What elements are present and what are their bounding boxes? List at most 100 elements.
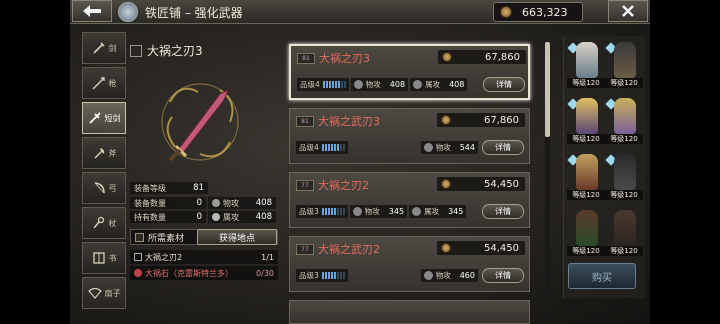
eatk-stat: 属攻 345 (409, 204, 467, 218)
tab-label: 弓 (108, 183, 117, 193)
tab-fan[interactable]: 扇子 (82, 277, 126, 309)
details-button[interactable]: 详情 (482, 203, 524, 219)
weapon-price: 54,450 (437, 177, 525, 191)
tab-dagger[interactable]: 短剑 (82, 102, 126, 134)
eatk-value: 408 (255, 212, 272, 222)
get-location-button[interactable]: 获得地点 (197, 229, 277, 245)
weapon-level-badge: 81 (296, 115, 314, 127)
character-slot[interactable]: 等级120 (605, 40, 643, 90)
tab-staff[interactable]: 杖 (82, 207, 126, 239)
equip-level-box: 装备等级 81 (130, 182, 208, 194)
patk-value: 408 (255, 198, 272, 208)
weapon-list-item[interactable]: 81 大祸之武刃3 67,860 品级4 物攻 544 详情 (289, 108, 530, 164)
weapon-name: 大祸之刃3 (319, 52, 370, 65)
weapon-list-item[interactable] (289, 300, 530, 324)
character-slot[interactable]: 等级120 (567, 208, 605, 258)
weapon-price: 67,860 (437, 113, 525, 127)
character-slot[interactable]: 等级120 (567, 40, 605, 90)
character-slot[interactable]: 等级120 (567, 152, 605, 202)
sword-icon (92, 42, 105, 54)
back-arrow-icon (83, 5, 101, 17)
weapon-price: 54,450 (437, 241, 525, 255)
price-value: 54,450 (484, 178, 519, 190)
buy-button[interactable]: 购买 (568, 263, 636, 289)
stat-value: 345 (388, 206, 405, 216)
physical-attack-icon (353, 79, 363, 89)
stat-label: 属攻 (424, 206, 440, 216)
selected-weapon-name: 大祸之刃3 (147, 44, 203, 58)
tab-label: 枪 (108, 78, 117, 88)
back-button[interactable] (72, 0, 112, 22)
coin-icon (500, 6, 512, 18)
grade-indicator: 品级4 (296, 140, 348, 154)
staff-icon (92, 216, 104, 229)
weapon-level-badge: 81 (297, 52, 315, 64)
details-button[interactable]: 详情 (482, 267, 524, 283)
equip-count-value: 0 (196, 198, 202, 208)
stat-label: 物攻 (365, 79, 381, 89)
patk-stat: 物攻 544 (420, 140, 478, 154)
stat-label: 物攻 (435, 142, 451, 152)
character-slot[interactable]: 等级120 (605, 208, 643, 258)
grade-pips (322, 80, 346, 88)
equip-count-row: 装备数量 0 物攻 408 (130, 197, 276, 209)
stat-label: 物攻 (364, 206, 380, 216)
character-slot[interactable]: 等级120 (605, 96, 643, 146)
character-level: 等级120 (605, 246, 643, 256)
tab-book[interactable]: 书 (82, 242, 126, 274)
tab-spear[interactable]: 枪 (82, 67, 126, 99)
physical-attack-icon (212, 199, 220, 207)
character-sprite (614, 98, 636, 134)
coin-icon (441, 179, 451, 189)
currency-amount: 663,323 (522, 5, 568, 19)
grade-pips (321, 271, 345, 279)
character-level: 等级120 (567, 246, 605, 256)
tab-sword[interactable]: 剑 (82, 32, 126, 64)
ore-icon (134, 269, 142, 277)
character-slot[interactable]: 等级120 (605, 152, 643, 202)
details-button[interactable]: 详情 (482, 139, 524, 155)
bow-icon (94, 182, 105, 194)
eatk-label: 属攻 (223, 212, 239, 222)
tab-bow[interactable]: 弓 (82, 172, 126, 204)
coin-icon (441, 243, 451, 253)
character-level: 等级120 (605, 78, 643, 88)
grade-label: 品级4 (300, 79, 320, 89)
character-sprite (614, 42, 636, 78)
tab-label: 剑 (108, 43, 117, 53)
close-button[interactable] (608, 0, 648, 22)
material-name: 大祸之刃2 (145, 252, 183, 262)
left-letterbox (0, 0, 70, 324)
weapon-list-item[interactable]: 77 大祸之武刃2 54,450 品级3 物攻 460 详情 (289, 236, 530, 292)
selected-weapon-header: 大祸之刃3 (130, 42, 203, 59)
dagger-icon (134, 253, 142, 261)
character-sprite (614, 210, 636, 246)
character-level: 等级120 (605, 190, 643, 200)
grade-indicator: 品级3 (296, 204, 348, 218)
tab-axe[interactable]: 斧 (82, 137, 126, 169)
weapon-price: 67,860 (438, 50, 526, 64)
details-button[interactable]: 详情 (483, 76, 525, 92)
material-name-wrap: 大祸之刃2 (134, 252, 182, 263)
weapon-name: 大祸之刃2 (318, 179, 369, 192)
character-slot[interactable]: 等级120 (567, 96, 605, 146)
own-count-value: 0 (196, 212, 202, 222)
weapon-list-item[interactable]: 81 大祸之刃3 67,860 品级4 物攻 408 属攻 408 详情 (289, 44, 530, 100)
weapon-title: 77 大祸之武刃2 (296, 241, 380, 257)
equip-level-value: 81 (193, 183, 204, 193)
fan-icon (87, 287, 102, 299)
grade-label: 品级4 (299, 142, 319, 152)
material-item[interactable]: 大祸石（克雷斯特兰多） 0/30 (130, 266, 278, 280)
tab-label: 斧 (108, 148, 117, 158)
materials-icon (135, 232, 144, 242)
weapon-level-badge: 77 (296, 179, 314, 191)
price-value: 67,860 (484, 114, 519, 126)
eatk-stat: 属攻 408 (410, 77, 468, 91)
weapon-name: 大祸之武刃2 (318, 243, 380, 256)
material-count: 0/30 (256, 268, 274, 278)
material-item[interactable]: 大祸之刃2 1/1 (130, 250, 278, 264)
tab-label: 扇子 (104, 288, 121, 298)
list-scrollbar-thumb[interactable] (545, 42, 550, 137)
weapon-list-item[interactable]: 77 大祸之刃2 54,450 品级3 物攻 345 属攻 345 详情 (289, 172, 530, 228)
blacksmith-emblem-icon (118, 2, 138, 22)
